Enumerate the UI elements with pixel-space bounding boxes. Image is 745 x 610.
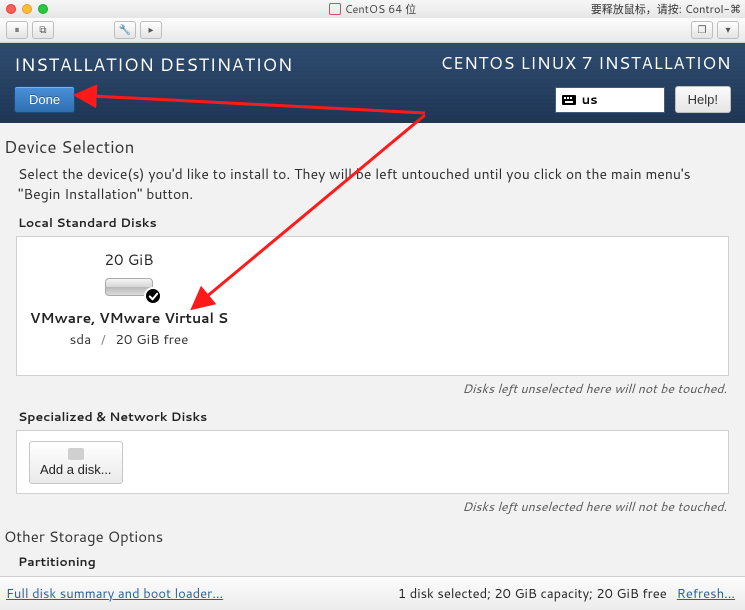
local-disks-frame: 20 GiB VMware, VMware Virtual S sda / 20… <box>16 236 729 376</box>
mac-titlebar: CentOS 64 位 要释放鼠标，请按: Control-⌘ <box>0 0 745 18</box>
help-button[interactable]: Help! <box>675 86 731 113</box>
add-network-disk-button[interactable]: Add a disk... <box>29 441 123 484</box>
local-disks-note: Disks left unselected here will not be t… <box>0 376 745 408</box>
network-disks-frame: Add a disk... <box>16 430 729 494</box>
add-disk-label: Add a disk... <box>40 462 112 477</box>
vm-release-hint: 要释放鼠标，请按: Control-⌘ <box>591 0 741 18</box>
partitioning-heading: Partitioning <box>0 553 745 575</box>
window-title: CentOS 64 位 <box>345 1 417 17</box>
network-disks-note: Disks left unselected here will not be t… <box>0 494 745 526</box>
content-area: Device Selection Select the device(s) yo… <box>0 123 745 556</box>
disk-selection-status: 1 disk selected; 20 GiB capacity; 20 GiB… <box>398 585 667 603</box>
keyboard-layout-label: us <box>582 91 598 109</box>
vm-toolbar: ⏸ ⧉ 🔧 ▸ ❐ ▾ <box>0 18 745 43</box>
vm-pause-button[interactable]: ⏸ <box>6 21 28 39</box>
device-selection-heading: Device Selection <box>0 135 745 165</box>
disk-devname: sda <box>70 330 92 349</box>
vm-menu-button[interactable]: ▾ <box>717 21 739 39</box>
disk-model-name: VMware, VMware Virtual S <box>30 308 228 328</box>
vm-devices-button[interactable]: ▸ <box>140 21 162 39</box>
centos-logo-icon <box>329 3 341 15</box>
add-disk-icon <box>68 448 84 460</box>
device-selection-description: Select the device(s) you'd like to insta… <box>0 165 745 214</box>
hard-drive-icon <box>105 278 153 296</box>
page-title: INSTALLATION DESTINATION <box>14 51 293 77</box>
disk-detail: sda / 20 GiB free <box>70 330 189 349</box>
disk-capacity: 20 GiB <box>104 249 153 270</box>
done-button[interactable]: Done <box>14 86 75 113</box>
installer-banner: INSTALLATION DESTINATION CENTOS LINUX 7 … <box>0 43 745 123</box>
product-title: CENTOS LINUX 7 INSTALLATION <box>440 51 731 75</box>
refresh-link[interactable]: Refresh... <box>677 585 735 603</box>
local-disks-heading: Local Standard Disks <box>0 214 745 236</box>
disk-selected-check-icon <box>144 287 162 305</box>
keyboard-layout-indicator[interactable]: us <box>555 87 665 113</box>
other-storage-heading: Other Storage Options <box>0 526 745 553</box>
disk-item[interactable]: 20 GiB VMware, VMware Virtual S sda / 20… <box>29 249 229 349</box>
full-disk-summary-link[interactable]: Full disk summary and boot loader... <box>6 585 223 603</box>
vm-settings-button[interactable]: 🔧 <box>114 21 136 39</box>
network-disks-heading: Specialized & Network Disks <box>0 408 745 430</box>
keyboard-icon <box>562 95 576 105</box>
vm-snapshot-button[interactable]: ⧉ <box>32 21 54 39</box>
footer-bar: Full disk summary and boot loader... 1 d… <box>0 576 745 610</box>
vm-fullscreen-button[interactable]: ❐ <box>691 21 713 39</box>
disk-free: 20 GiB free <box>115 330 188 349</box>
